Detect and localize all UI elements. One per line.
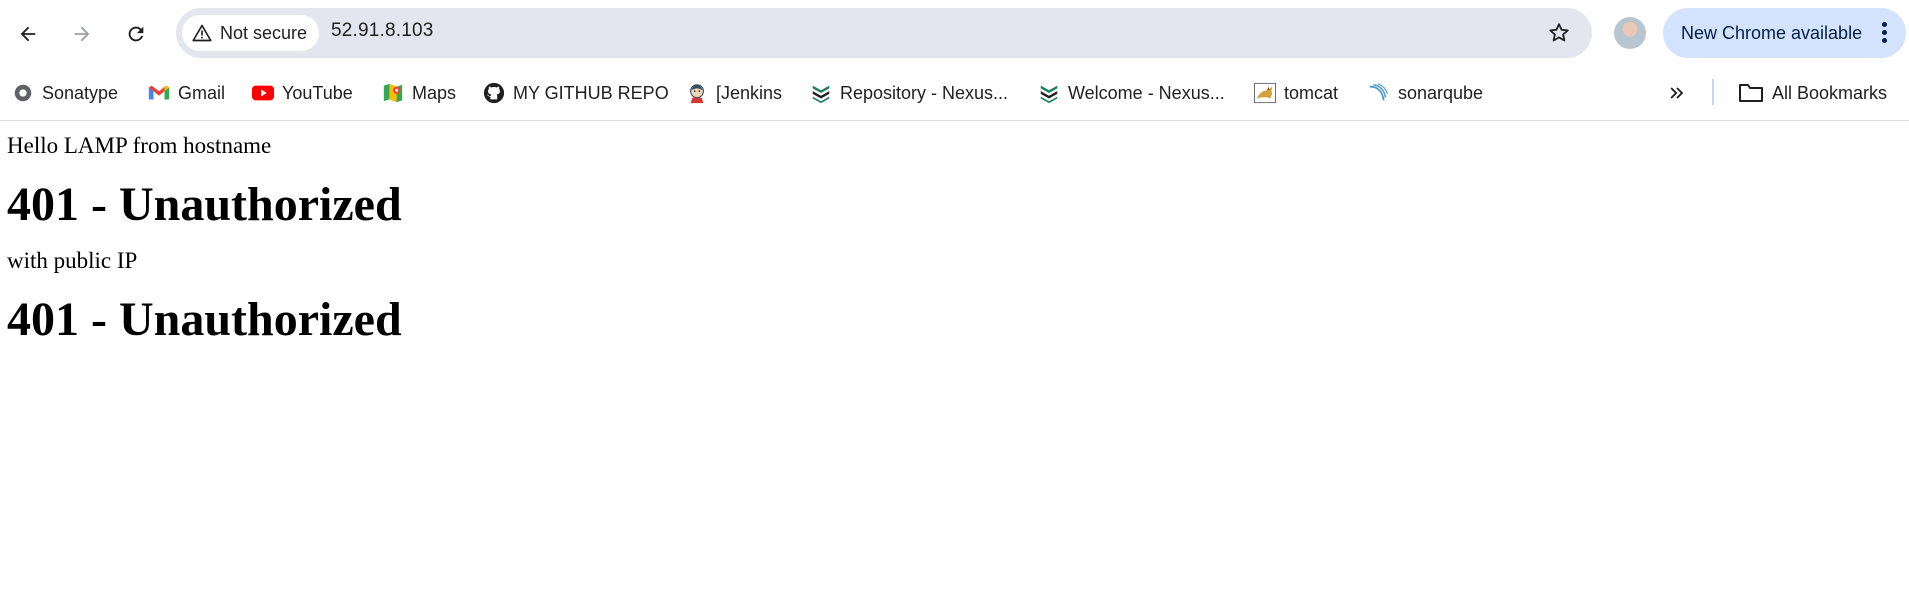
unauthorized-heading-1: 401 - Unauthorized <box>7 178 402 231</box>
hello-text: Hello LAMP from hostname <box>7 133 272 158</box>
bookmark-sonatype[interactable]: Sonatype <box>12 76 118 110</box>
address-bar[interactable]: Not secure 52.91.8.103 <box>176 8 1592 58</box>
sonatype-icon <box>12 82 34 104</box>
bookmark-youtube[interactable]: YouTube <box>252 76 353 110</box>
security-label: Not secure <box>220 22 308 43</box>
bookmark-label: Sonatype <box>42 82 119 103</box>
new-chrome-available-button[interactable]: New Chrome available <box>1663 8 1906 58</box>
browser-toolbar: Not secure 52.91.8.103 New Chrome availa… <box>0 0 1909 66</box>
bookmarks-bar: Sonatype Gmail YouTube Maps MY GITHUB RE… <box>0 66 1909 121</box>
bookmark-label: Gmail <box>178 82 226 103</box>
bookmark-label: Welcome - Nexus... <box>1068 82 1225 103</box>
github-icon <box>483 82 505 104</box>
all-bookmarks-button[interactable]: All Bookmarks <box>1738 76 1887 110</box>
all-bookmarks-label: All Bookmarks <box>1772 82 1888 103</box>
bookmark-label: YouTube <box>282 82 353 103</box>
unauthorized-heading-2: 401 - Unauthorized <box>7 293 402 346</box>
more-bookmarks-button[interactable] <box>1666 76 1688 110</box>
bookmark-github[interactable]: MY GITHUB REPO <box>483 76 669 110</box>
bookmark-label: Repository - Nexus... <box>840 82 1009 103</box>
reload-button[interactable] <box>116 14 156 54</box>
url-text[interactable]: 52.91.8.103 <box>331 20 434 42</box>
bookmark-label: [Jenkins <box>716 82 783 103</box>
bookmark-label: tomcat <box>1284 82 1339 103</box>
reload-icon <box>128 26 144 42</box>
sonarqube-icon <box>1368 82 1390 104</box>
bookmark-maps[interactable]: Maps <box>382 76 456 110</box>
profile-avatar[interactable] <box>1614 17 1646 49</box>
maps-icon <box>382 82 404 104</box>
tomcat-icon <box>1254 82 1276 104</box>
bookmark-tomcat[interactable]: tomcat <box>1254 76 1338 110</box>
bookmark-label: Maps <box>412 82 457 103</box>
back-button[interactable] <box>8 14 48 54</box>
star-icon <box>1549 23 1569 42</box>
site-info-chip[interactable]: Not secure <box>182 15 320 51</box>
update-label: New Chrome available <box>1681 22 1863 43</box>
chevron-double-right-icon <box>1666 82 1688 104</box>
bookmark-repository-nexus[interactable]: Repository - Nexus... <box>810 76 1008 110</box>
nexus-icon <box>810 82 832 104</box>
bookmark-welcome-nexus[interactable]: Welcome - Nexus... <box>1038 76 1225 110</box>
jenkins-icon <box>686 82 708 104</box>
folder-icon <box>1738 82 1764 104</box>
bookmark-label: MY GITHUB REPO <box>513 82 669 103</box>
youtube-icon <box>252 82 274 104</box>
back-arrow-icon <box>20 26 36 42</box>
gmail-icon <box>148 82 170 104</box>
forward-button[interactable] <box>62 14 102 54</box>
warning-icon <box>192 24 212 42</box>
bookmark-label: sonarqube <box>1398 82 1484 103</box>
nexus-icon <box>1038 82 1060 104</box>
bookmark-gmail[interactable]: Gmail <box>148 76 225 110</box>
bookmark-jenkins[interactable]: [Jenkins <box>686 76 782 110</box>
page-content: Hello LAMP from hostname 401 - Unauthori… <box>7 122 402 362</box>
more-menu-icon <box>1882 22 1888 43</box>
public-ip-text: with public IP <box>7 248 138 273</box>
bookmarks-separator <box>1712 79 1714 105</box>
bookmark-sonarqube[interactable]: sonarqube <box>1368 76 1483 110</box>
bookmark-star-button[interactable] <box>1540 14 1578 52</box>
forward-arrow-icon <box>74 26 90 42</box>
